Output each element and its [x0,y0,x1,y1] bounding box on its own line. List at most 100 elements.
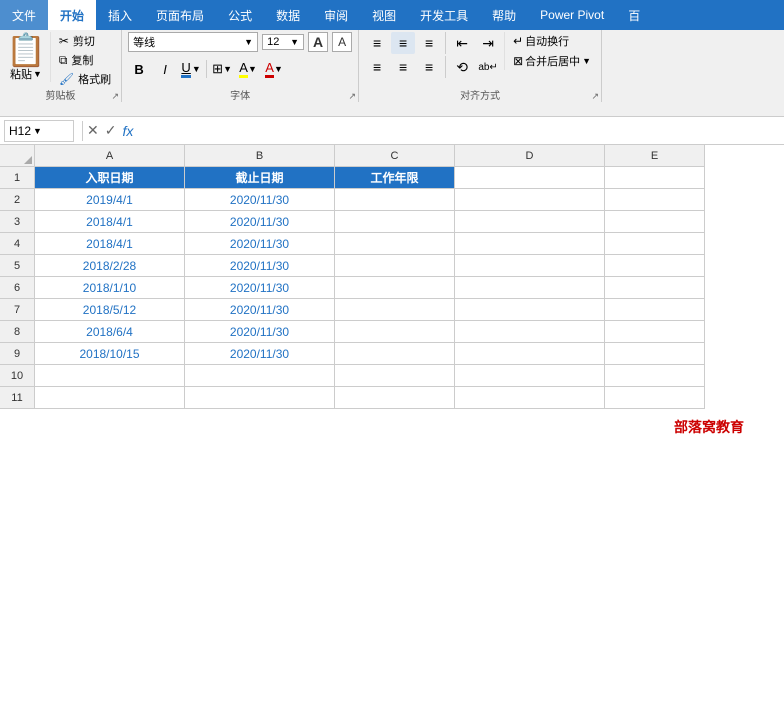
list-item[interactable]: 2020/11/30 [185,233,335,255]
list-item[interactable] [455,211,605,233]
col-header-a[interactable]: A [35,145,185,167]
list-item[interactable] [455,299,605,321]
list-item[interactable] [605,167,705,189]
col-header-b[interactable]: B [185,145,335,167]
list-item[interactable] [455,277,605,299]
align-bottom-right-button[interactable]: ≡ [417,56,441,78]
list-item[interactable] [455,233,605,255]
row-header-1[interactable]: 1 [0,167,35,189]
list-item[interactable] [605,343,705,365]
col-header-d[interactable]: D [455,145,605,167]
list-item[interactable] [455,189,605,211]
list-item[interactable]: 工作年限 [335,167,455,189]
list-item[interactable] [335,255,455,277]
list-item[interactable]: 2020/11/30 [185,211,335,233]
format-painter-button[interactable]: 🖌 格式刷 [55,70,115,88]
list-item[interactable]: 2018/10/15 [35,343,185,365]
menu-extra[interactable]: 百 [616,0,652,30]
formula-cancel-icon[interactable]: ✕ [87,122,99,139]
clipboard-expand-icon[interactable]: ↗ [112,91,120,102]
list-item[interactable] [455,321,605,343]
col-header-c[interactable]: C [335,145,455,167]
paste-dropdown-icon[interactable]: ▼ [33,69,42,79]
fill-dropdown-icon[interactable]: ▼ [248,64,257,74]
cut-button[interactable]: ✂ 剪切 [55,32,115,50]
border-dropdown-icon[interactable]: ▼ [223,64,232,74]
list-item[interactable] [605,321,705,343]
decrease-indent-button[interactable]: ⇤ [450,32,474,54]
list-item[interactable]: 2018/1/10 [35,277,185,299]
list-item[interactable]: 2020/11/30 [185,277,335,299]
list-item[interactable] [335,211,455,233]
alignment-expand-icon[interactable]: ↗ [592,91,600,102]
menu-data[interactable]: 数据 [264,0,312,30]
fill-color-button[interactable]: A ▼ [237,58,259,80]
list-item[interactable] [335,387,455,409]
row-header-11[interactable]: 11 [0,387,35,409]
list-item[interactable]: 2020/11/30 [185,189,335,211]
list-item[interactable]: 2018/5/12 [35,299,185,321]
auto-wrap-button[interactable]: ↵ 自动换行 [509,32,595,50]
text-orient-button[interactable]: ab↵ [476,56,500,78]
list-item[interactable] [605,299,705,321]
font-size-selector[interactable]: 12 ▼ [262,34,304,50]
font-color-button[interactable]: A ▼ [263,58,285,80]
list-item[interactable]: 入职日期 [35,167,185,189]
align-top-left-button[interactable]: ≡ [365,32,389,54]
list-item[interactable] [605,365,705,387]
font-name-selector[interactable]: 等线 ▼ [128,32,258,52]
list-item[interactable] [605,211,705,233]
row-header-5[interactable]: 5 [0,255,35,277]
row-header-8[interactable]: 8 [0,321,35,343]
font-grow-button[interactable]: A [308,32,328,52]
list-item[interactable]: 2019/4/1 [35,189,185,211]
list-item[interactable] [185,387,335,409]
bold-button[interactable]: B [128,58,150,80]
font-name-dropdown-icon[interactable]: ▼ [244,37,253,47]
menu-file[interactable]: 文件 [0,0,48,30]
list-item[interactable] [455,167,605,189]
menu-view[interactable]: 视图 [360,0,408,30]
align-bottom-left-button[interactable]: ≡ [365,56,389,78]
increase-indent-button[interactable]: ⇥ [476,32,500,54]
list-item[interactable] [35,365,185,387]
list-item[interactable]: 2018/2/28 [35,255,185,277]
menu-help[interactable]: 帮助 [480,0,528,30]
list-item[interactable] [335,189,455,211]
list-item[interactable] [605,387,705,409]
italic-button[interactable]: I [154,58,176,80]
corner-cell[interactable] [0,145,35,167]
align-top-center-button[interactable]: ≡ [391,32,415,54]
underline-button[interactable]: U ▼ [180,58,202,80]
list-item[interactable]: 2018/6/4 [35,321,185,343]
font-shrink-button[interactable]: A [332,32,352,52]
text-direction-button[interactable]: ⟲ [450,56,474,78]
row-header-10[interactable]: 10 [0,365,35,387]
list-item[interactable] [455,343,605,365]
menu-home[interactable]: 开始 [48,0,96,30]
row-header-6[interactable]: 6 [0,277,35,299]
list-item[interactable] [335,233,455,255]
row-header-7[interactable]: 7 [0,299,35,321]
list-item[interactable]: 2020/11/30 [185,343,335,365]
formula-input[interactable] [137,120,780,142]
font-color-dropdown-icon[interactable]: ▼ [274,64,283,74]
list-item[interactable] [455,255,605,277]
align-bottom-center-button[interactable]: ≡ [391,56,415,78]
list-item[interactable] [455,387,605,409]
list-item[interactable]: 截止日期 [185,167,335,189]
list-item[interactable] [335,343,455,365]
col-header-e[interactable]: E [605,145,705,167]
list-item[interactable] [335,365,455,387]
list-item[interactable]: 2020/11/30 [185,299,335,321]
list-item[interactable] [605,233,705,255]
row-header-4[interactable]: 4 [0,233,35,255]
list-item[interactable]: 2018/4/1 [35,233,185,255]
cell-reference-box[interactable]: H12 ▼ [4,120,74,142]
row-header-2[interactable]: 2 [0,189,35,211]
list-item[interactable]: 2018/4/1 [35,211,185,233]
menu-developer[interactable]: 开发工具 [408,0,480,30]
list-item[interactable]: 2020/11/30 [185,255,335,277]
list-item[interactable] [185,365,335,387]
formula-fx-icon[interactable]: fx [122,123,133,139]
